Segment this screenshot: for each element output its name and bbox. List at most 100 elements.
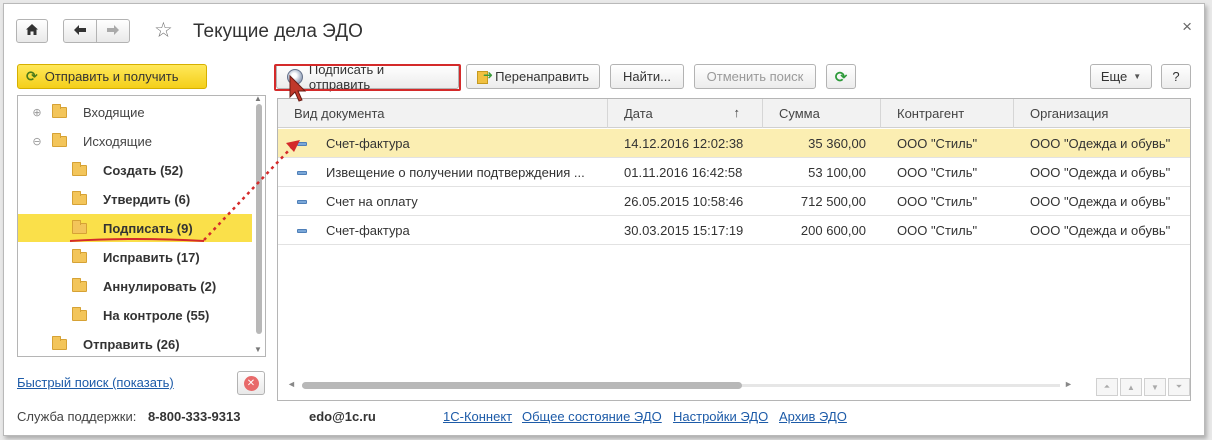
tree-item-outgoing[interactable]: ⊖ Исходящие: [18, 127, 252, 155]
scroll-up-icon[interactable]: ▲: [254, 96, 262, 103]
redirect-label: Перенаправить: [495, 69, 589, 84]
window-title: Текущие дела ЭДО: [193, 21, 363, 42]
column-header-date[interactable]: Дата ↑: [608, 99, 763, 128]
cell-doc-type: Счет-фактура: [326, 136, 410, 151]
cancel-search-button[interactable]: Отменить поиск: [694, 64, 816, 89]
folder-icon: [52, 103, 67, 118]
tree-item-fix[interactable]: Исправить (17): [18, 243, 252, 271]
find-button[interactable]: Найти...: [610, 64, 684, 89]
folder-icon: [72, 248, 87, 263]
expand-icon[interactable]: ⊕: [32, 106, 42, 119]
tree-item-label: Подписать (9): [103, 220, 193, 236]
cell-counterparty: ООО "Стиль": [897, 136, 978, 151]
cell-date: 30.03.2015 15:17:19: [624, 223, 744, 238]
link-edo-settings[interactable]: Настройки ЭДО: [673, 409, 768, 424]
chevron-down-icon: ▼: [1133, 72, 1142, 81]
folder-icon: [52, 335, 67, 350]
tree-item-create[interactable]: Создать (52): [18, 156, 252, 184]
tree-item-control[interactable]: На контроле (55): [18, 301, 252, 329]
redirect-button[interactable]: Перенаправить: [466, 64, 600, 89]
table-row[interactable]: Счет-фактура 14.12.2016 12:02:38 35 360,…: [278, 129, 1190, 158]
sort-ascending-icon: ↑: [733, 105, 741, 120]
tree-item-label: На контроле (55): [103, 307, 210, 323]
document-icon: [297, 200, 307, 204]
column-header-organization[interactable]: Организация: [1014, 99, 1190, 128]
star-icon[interactable]: ☆: [154, 19, 173, 43]
cell-date: 26.05.2015 10:58:46: [624, 194, 744, 209]
collapse-icon[interactable]: ⊖: [32, 135, 42, 148]
horizontal-scrollbar[interactable]: ◄ ► ⏶ ▲ ▼ ⏷: [278, 372, 1190, 400]
cell-doc-type: Счет на оплату: [326, 194, 418, 209]
scroll-left-icon[interactable]: ◄: [287, 379, 296, 389]
help-button[interactable]: ?: [1161, 64, 1191, 89]
quick-search-link[interactable]: Быстрый поиск (показать): [17, 375, 174, 390]
link-1c-connect[interactable]: 1С-Коннект: [443, 409, 512, 424]
scrollbar-thumb[interactable]: [302, 382, 742, 389]
last-page-icon[interactable]: ⏷: [1168, 378, 1190, 396]
more-button[interactable]: Еще ▼: [1090, 64, 1152, 89]
folder-icon: [72, 306, 87, 321]
column-header-amount[interactable]: Сумма: [763, 99, 881, 128]
home-button[interactable]: [16, 19, 48, 43]
cell-amount: 53 100,00: [808, 165, 866, 180]
scroll-down-icon[interactable]: ▼: [254, 345, 262, 354]
send-receive-button[interactable]: ⟳ Отправить и получить: [17, 64, 207, 89]
folder-icon: [72, 277, 87, 292]
arrow-right-icon: [106, 23, 120, 39]
cell-date: 14.12.2016 12:02:38: [624, 136, 744, 151]
tree-item-label: Исправить (17): [103, 249, 200, 265]
first-page-icon[interactable]: ⏶: [1096, 378, 1118, 396]
refresh-button[interactable]: ⟳: [826, 64, 856, 89]
tree-item-approve[interactable]: Утвердить (6): [18, 185, 252, 213]
scroll-right-icon[interactable]: ►: [1064, 379, 1073, 389]
back-button[interactable]: [63, 19, 97, 43]
cell-organization: ООО "Одежда и обувь": [1030, 136, 1171, 151]
forward-button[interactable]: [96, 19, 130, 43]
cell-doc-type: Извещение о получении подтверждения ...: [326, 165, 585, 180]
table-header: Вид документа Дата ↑ Сумма Контрагент Ор…: [278, 99, 1190, 128]
tree-item-incoming[interactable]: ⊕ Входящие: [18, 98, 252, 126]
document-icon: [297, 142, 307, 146]
column-header-counterparty[interactable]: Контрагент: [881, 99, 1014, 128]
tree-item-send[interactable]: Отправить (26): [18, 330, 252, 356]
tree-item-label: Отправить (26): [83, 336, 180, 352]
column-header-doc-type[interactable]: Вид документа: [278, 99, 608, 128]
cell-organization: ООО "Одежда и обувь": [1030, 223, 1171, 238]
folder-icon: [72, 190, 87, 205]
home-icon: [25, 23, 39, 39]
table-row[interactable]: Счет-фактура 30.03.2015 15:17:19 200 600…: [278, 216, 1190, 245]
table-row[interactable]: Счет на оплату 26.05.2015 10:58:46 712 5…: [278, 187, 1190, 216]
document-icon: [297, 229, 307, 233]
clear-icon: ✕: [243, 375, 259, 391]
support-info: Служба поддержки: 8-800-333-9313: [17, 409, 240, 424]
folder-icon: [52, 132, 67, 147]
cell-counterparty: ООО "Стиль": [897, 223, 978, 238]
tree-item-sign[interactable]: Подписать (9): [18, 214, 252, 242]
tree-item-annul[interactable]: Аннулировать (2): [18, 272, 252, 300]
highlight-frame: [274, 64, 461, 91]
page-up-icon[interactable]: ▲: [1120, 378, 1142, 396]
close-icon[interactable]: ×: [1182, 17, 1192, 37]
table-row[interactable]: Извещение о получении подтверждения ... …: [278, 158, 1190, 187]
document-icon: [297, 171, 307, 175]
column-header-label: Дата: [624, 106, 653, 121]
support-label: Служба поддержки:: [17, 409, 137, 424]
link-edo-status[interactable]: Общее состояние ЭДО: [522, 409, 662, 424]
tree-scrollbar[interactable]: ▲ ▼: [252, 96, 265, 356]
folder-icon: [72, 219, 87, 234]
arrow-left-icon: [73, 23, 87, 39]
redirect-icon: [477, 68, 493, 85]
tree-item-label: Входящие: [83, 104, 145, 120]
tree-item-label: Утвердить (6): [103, 191, 191, 207]
cancel-search-label: Отменить поиск: [706, 69, 804, 84]
cell-amount: 35 360,00: [808, 136, 866, 151]
cell-amount: 712 500,00: [800, 194, 866, 209]
more-label: Еще: [1100, 69, 1128, 84]
clear-search-button[interactable]: ✕: [237, 371, 265, 395]
page-down-icon[interactable]: ▼: [1144, 378, 1166, 396]
tree-item-label: Аннулировать (2): [103, 278, 217, 294]
scrollbar-thumb[interactable]: [256, 104, 262, 334]
link-edo-archive[interactable]: Архив ЭДО: [779, 409, 847, 424]
edo-window: ☆ Текущие дела ЭДО × ⟳ Отправить и получ…: [3, 3, 1205, 436]
tree-item-label: Создать (52): [103, 162, 184, 178]
